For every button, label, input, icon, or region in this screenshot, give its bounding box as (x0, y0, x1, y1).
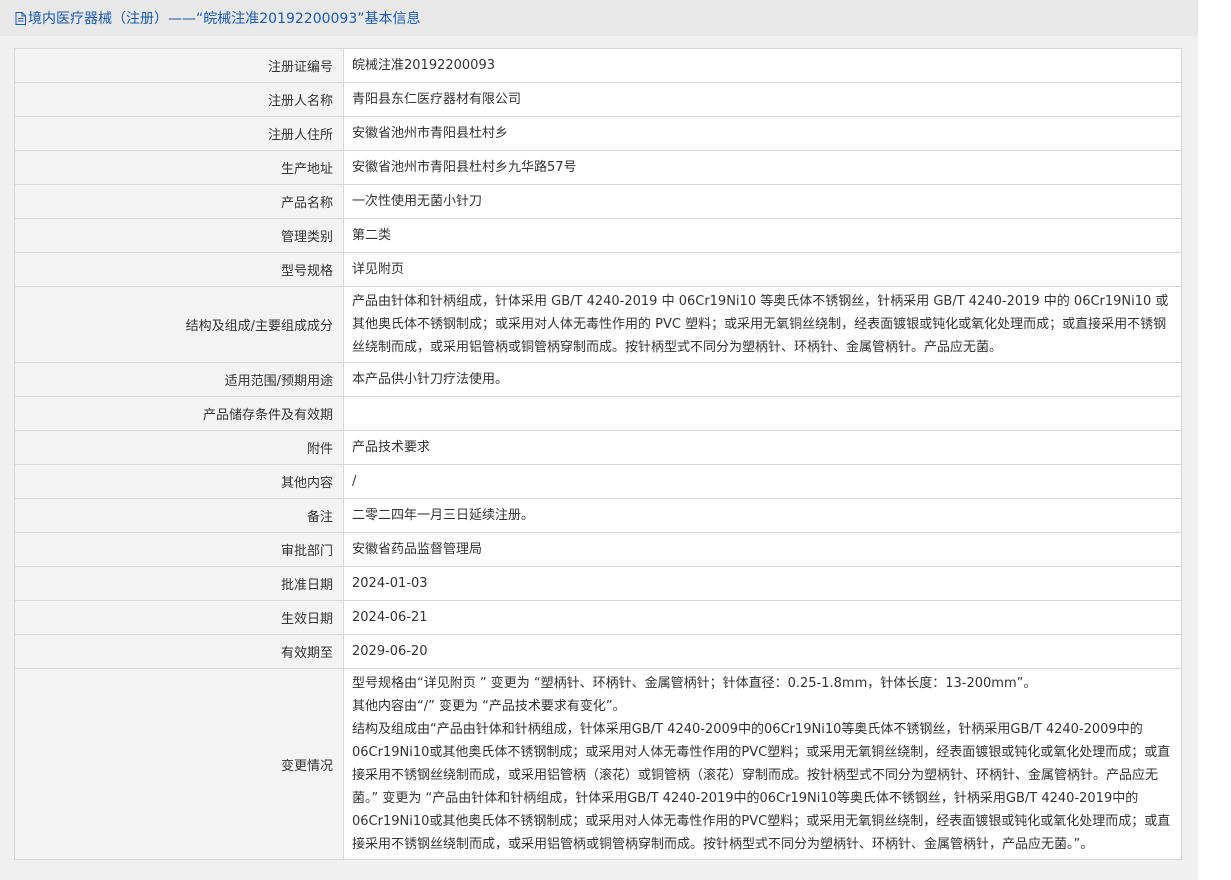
field-value: 第二类 (343, 218, 1182, 253)
table-row: 产品储存条件及有效期 (14, 396, 1182, 431)
field-label: 生产地址 (14, 150, 344, 185)
field-value: 一次性使用无菌小针刀 (343, 184, 1182, 219)
field-value: 安徽省池州市青阳县杜村乡九华路57号 (343, 150, 1182, 185)
table-row: 型号规格 详见附页 (14, 252, 1182, 287)
field-value: 详见附页 (343, 252, 1182, 287)
field-value: 产品由针体和针柄组成，针体采用 GB/T 4240-2019 中 06Cr19N… (343, 286, 1182, 363)
field-label: 管理类别 (14, 218, 344, 253)
field-label: 注册人名称 (14, 82, 344, 117)
field-label: 型号规格 (14, 252, 344, 287)
field-label: 变更情况 (14, 668, 344, 860)
page-header: 境内医疗器械（注册）——“皖械注准20192200093”基本信息 (0, 0, 1198, 37)
table-row: 有效期至 2029-06-20 (14, 634, 1182, 669)
change-entry: 型号规格由“详见附页 ” 变更为 “塑柄针、环柄针、金属管柄针；针体直径：0.2… (352, 676, 1037, 691)
field-label: 有效期至 (14, 634, 344, 669)
field-label: 生效日期 (14, 600, 344, 635)
field-label: 结构及组成/主要组成成分 (14, 286, 344, 363)
field-value: 青阳县东仁医疗器材有限公司 (343, 82, 1182, 117)
table-row: 附件 产品技术要求 (14, 430, 1182, 465)
field-value: 安徽省池州市青阳县杜村乡 (343, 116, 1182, 151)
table-row: 生产地址 安徽省池州市青阳县杜村乡九华路57号 (14, 150, 1182, 185)
table-row: 其他内容 / (14, 464, 1182, 499)
field-label: 备注 (14, 498, 344, 533)
field-label: 批准日期 (14, 566, 344, 601)
field-value: 产品技术要求 (343, 430, 1182, 465)
change-entry: 结构及组成由“产品由针体和针柄组成，针体采用GB/T 4240-2009中的06… (352, 722, 1171, 852)
table-row: 结构及组成/主要组成成分 产品由针体和针柄组成，针体采用 GB/T 4240-20… (14, 286, 1182, 363)
field-label: 审批部门 (14, 532, 344, 567)
table-row: 生效日期 2024-06-21 (14, 600, 1182, 635)
field-value: 2029-06-20 (343, 634, 1182, 669)
field-value: 二零二四年一月三日延续注册。 (343, 498, 1182, 533)
field-value: 皖械注准20192200093 (343, 48, 1182, 83)
table-row-changes: 变更情况 型号规格由“详见附页 ” 变更为 “塑柄针、环柄针、金属管柄针；针体直径… (14, 668, 1182, 860)
field-value: 2024-01-03 (343, 566, 1182, 601)
content-area: 注册证编号 皖械注准20192200093 注册人名称 青阳县东仁医疗器材有限公司 注册… (0, 36, 1198, 880)
field-label: 适用范围/预期用途 (14, 362, 344, 397)
field-label: 产品名称 (14, 184, 344, 219)
table-row: 审批部门 安徽省药品监督管理局 (14, 532, 1182, 567)
document-icon (15, 11, 26, 25)
table-row: 注册证编号 皖械注准20192200093 (14, 48, 1182, 83)
field-label: 注册人住所 (14, 116, 344, 151)
info-table: 注册证编号 皖械注准20192200093 注册人名称 青阳县东仁医疗器材有限公司 注册… (14, 48, 1182, 860)
table-row: 备注 二零二四年一月三日延续注册。 (14, 498, 1182, 533)
field-label: 附件 (14, 430, 344, 465)
table-row: 产品名称 一次性使用无菌小针刀 (14, 184, 1182, 219)
field-label: 注册证编号 (14, 48, 344, 83)
table-row: 注册人名称 青阳县东仁医疗器材有限公司 (14, 82, 1182, 117)
table-row: 批准日期 2024-01-03 (14, 566, 1182, 601)
page-title: 境内医疗器械（注册）——“皖械注准20192200093”基本信息 (28, 11, 421, 27)
field-label: 产品储存条件及有效期 (14, 396, 344, 431)
table-row: 适用范围/预期用途 本产品供小针刀疗法使用。 (14, 362, 1182, 397)
field-value: / (343, 464, 1182, 499)
field-value: 2024-06-21 (343, 600, 1182, 635)
field-value: 本产品供小针刀疗法使用。 (343, 362, 1182, 397)
table-row: 管理类别 第二类 (14, 218, 1182, 253)
field-value: 安徽省药品监督管理局 (343, 532, 1182, 567)
change-entry: 其他内容由“/” 变更为 “产品技术要求有变化”。 (352, 699, 626, 714)
field-value (343, 396, 1182, 431)
changes-value: 型号规格由“详见附页 ” 变更为 “塑柄针、环柄针、金属管柄针；针体直径：0.2… (343, 668, 1182, 860)
table-row: 注册人住所 安徽省池州市青阳县杜村乡 (14, 116, 1182, 151)
field-label: 其他内容 (14, 464, 344, 499)
